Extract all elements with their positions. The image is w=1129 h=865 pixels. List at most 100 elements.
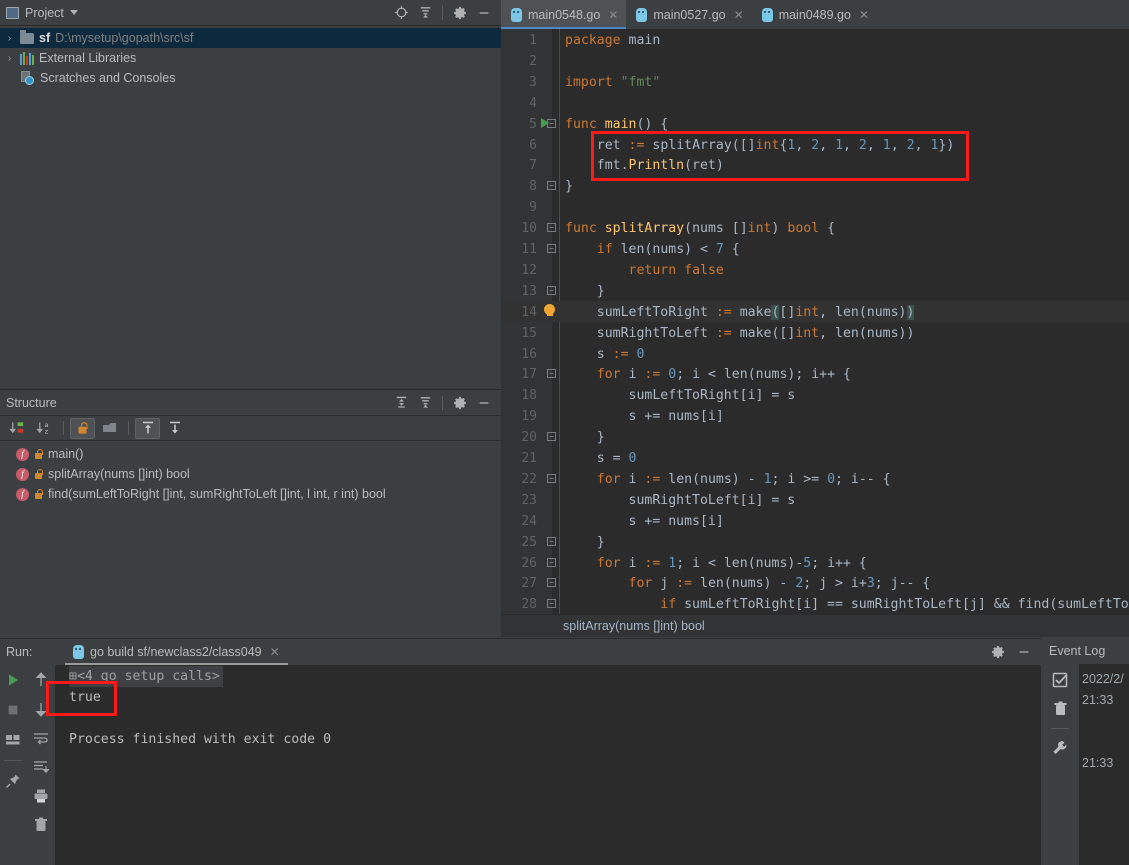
fold-end-icon[interactable]: − bbox=[547, 536, 556, 546]
chevron-right-icon[interactable]: › bbox=[4, 53, 15, 64]
clear-all-icon[interactable] bbox=[30, 815, 52, 835]
editor-tab-main0489[interactable]: main0489.go ✕ bbox=[752, 0, 877, 29]
expand-all-icon[interactable] bbox=[135, 417, 160, 439]
gutter-slot[interactable] bbox=[537, 322, 561, 343]
gear-icon[interactable] bbox=[987, 642, 1009, 662]
gutter-slot[interactable]: − bbox=[537, 552, 561, 573]
gutter-slot[interactable]: − bbox=[537, 593, 561, 614]
mark-read-icon[interactable] bbox=[1049, 670, 1071, 690]
soft-wrap-icon[interactable] bbox=[30, 728, 52, 748]
tree-item-sf[interactable]: › sf D:\mysetup\gopath\src\sf bbox=[0, 28, 501, 48]
fold-end-icon[interactable]: − bbox=[547, 181, 556, 191]
editor-tab-main0548[interactable]: main0548.go ✕ bbox=[501, 0, 627, 29]
gutter-slot[interactable] bbox=[537, 50, 561, 71]
up-arrow-icon[interactable] bbox=[30, 670, 52, 690]
function-icon: f bbox=[16, 487, 29, 501]
gutter-slot[interactable] bbox=[537, 447, 561, 468]
gutter-slot[interactable] bbox=[537, 301, 561, 322]
show-fields-icon[interactable] bbox=[97, 418, 122, 439]
intention-bulb-icon[interactable] bbox=[544, 303, 555, 316]
gear-icon[interactable] bbox=[449, 393, 471, 413]
editor-tabbar: main0548.go ✕ main0527.go ✕ main0489.go … bbox=[501, 0, 1129, 29]
locate-icon[interactable] bbox=[390, 3, 412, 23]
breadcrumb[interactable]: splitArray(nums []int) bool bbox=[501, 614, 1129, 637]
close-icon[interactable]: ✕ bbox=[608, 8, 618, 22]
scroll-to-end-icon[interactable] bbox=[30, 757, 52, 777]
gutter-slot[interactable] bbox=[537, 405, 561, 426]
gutter-slot[interactable]: − bbox=[537, 572, 561, 593]
structure-item-splitarray[interactable]: f splitArray(nums []int) bool bbox=[0, 464, 501, 484]
gutter-slot[interactable] bbox=[537, 343, 561, 364]
wrench-icon[interactable] bbox=[1049, 738, 1071, 758]
fold-collapse-icon[interactable]: − bbox=[547, 473, 556, 483]
gutter-slot[interactable] bbox=[537, 510, 561, 531]
print-icon[interactable] bbox=[30, 786, 52, 806]
gutter-slot[interactable]: − bbox=[537, 175, 561, 196]
pin-icon[interactable] bbox=[2, 771, 24, 791]
gear-icon[interactable] bbox=[449, 3, 471, 23]
code-editor[interactable]: 1 package main 2 3 import "fmt" 4 5 − fu… bbox=[501, 29, 1129, 614]
close-icon[interactable]: ✕ bbox=[270, 645, 280, 659]
collapse-all-icon[interactable] bbox=[414, 393, 436, 413]
stop-icon[interactable] bbox=[2, 700, 24, 720]
structure-item-find[interactable]: f find(sumLeftToRight []int, sumRightToL… bbox=[0, 484, 501, 504]
fold-collapse-icon[interactable]: − bbox=[547, 244, 556, 253]
trash-icon[interactable] bbox=[1049, 699, 1071, 719]
gutter-slot[interactable]: − bbox=[537, 363, 561, 384]
console-line-setup: ⊞<4 go setup calls> bbox=[55, 666, 1041, 687]
run-tab-go-build[interactable]: go build sf/newclass2/class049 ✕ bbox=[65, 639, 288, 665]
hide-panel-icon[interactable] bbox=[1013, 642, 1035, 662]
gutter-slot[interactable]: − bbox=[537, 531, 561, 552]
event-log-title[interactable]: Event Log bbox=[1041, 638, 1129, 664]
gutter-slot[interactable]: − bbox=[537, 217, 561, 238]
sort-by-visibility-icon[interactable] bbox=[5, 418, 30, 439]
gutter-slot[interactable] bbox=[537, 71, 561, 92]
collapse-all-icon-2[interactable] bbox=[162, 418, 187, 439]
gutter-slot[interactable]: − bbox=[537, 113, 561, 134]
down-arrow-icon[interactable] bbox=[30, 699, 52, 719]
hide-panel-icon[interactable] bbox=[473, 3, 495, 23]
console-fold-toggle[interactable]: ⊞<4 go setup calls> bbox=[69, 666, 223, 687]
gutter-slot[interactable]: − bbox=[537, 238, 561, 259]
fold-collapse-icon[interactable]: − bbox=[547, 599, 556, 609]
layout-icon[interactable] bbox=[2, 730, 24, 750]
event-log-entries[interactable]: 2022/2/ 21:33 21:33 bbox=[1079, 664, 1129, 865]
fold-collapse-icon[interactable]: − bbox=[547, 557, 556, 567]
project-tree[interactable]: › sf D:\mysetup\gopath\src\sf › External… bbox=[0, 26, 501, 380]
gutter-slot[interactable] bbox=[537, 154, 561, 175]
gutter-slot[interactable] bbox=[537, 92, 561, 113]
tree-item-external-libraries[interactable]: › External Libraries bbox=[0, 48, 501, 68]
collapse-all-icon[interactable] bbox=[414, 3, 436, 23]
close-icon[interactable]: ✕ bbox=[859, 8, 869, 22]
gutter-slot[interactable]: − bbox=[537, 468, 561, 489]
show-non-public-icon[interactable] bbox=[70, 417, 95, 439]
structure-item-main[interactable]: f main() bbox=[0, 444, 501, 464]
structure-list[interactable]: f main() f splitArray(nums []int) bool f… bbox=[0, 441, 501, 504]
gutter-slot[interactable] bbox=[537, 29, 561, 50]
gutter-slot[interactable] bbox=[537, 259, 561, 280]
expand-all-icon[interactable] bbox=[390, 393, 412, 413]
rerun-icon[interactable] bbox=[2, 670, 24, 690]
chevron-down-icon[interactable] bbox=[69, 10, 78, 15]
gutter-slot[interactable] bbox=[537, 489, 561, 510]
editor-tab-main0527[interactable]: main0527.go ✕ bbox=[626, 0, 751, 29]
gutter-slot[interactable] bbox=[537, 134, 561, 155]
close-icon[interactable]: ✕ bbox=[734, 8, 744, 22]
fold-end-icon[interactable]: − bbox=[547, 285, 556, 295]
gutter-slot[interactable]: − bbox=[537, 280, 561, 301]
gutter-slot[interactable] bbox=[537, 384, 561, 405]
gutter-slot[interactable] bbox=[537, 196, 561, 217]
line-number: 8 bbox=[529, 179, 537, 195]
line-number: 25 bbox=[521, 534, 537, 550]
chevron-right-icon[interactable]: › bbox=[4, 33, 15, 44]
sort-alphabetically-icon[interactable]: az bbox=[32, 418, 57, 439]
console-output[interactable]: ⊞<4 go setup calls> true Process finishe… bbox=[55, 665, 1041, 865]
tree-item-scratches[interactable]: Scratches and Consoles bbox=[0, 68, 501, 88]
fold-end-icon[interactable]: − bbox=[547, 432, 556, 442]
gutter-slot[interactable]: − bbox=[537, 426, 561, 447]
fold-collapse-icon[interactable]: − bbox=[547, 369, 556, 379]
fold-collapse-icon[interactable]: − bbox=[547, 578, 556, 588]
hide-panel-icon[interactable] bbox=[473, 393, 495, 413]
fold-collapse-icon[interactable]: − bbox=[547, 118, 556, 128]
fold-collapse-icon[interactable]: − bbox=[547, 223, 556, 233]
